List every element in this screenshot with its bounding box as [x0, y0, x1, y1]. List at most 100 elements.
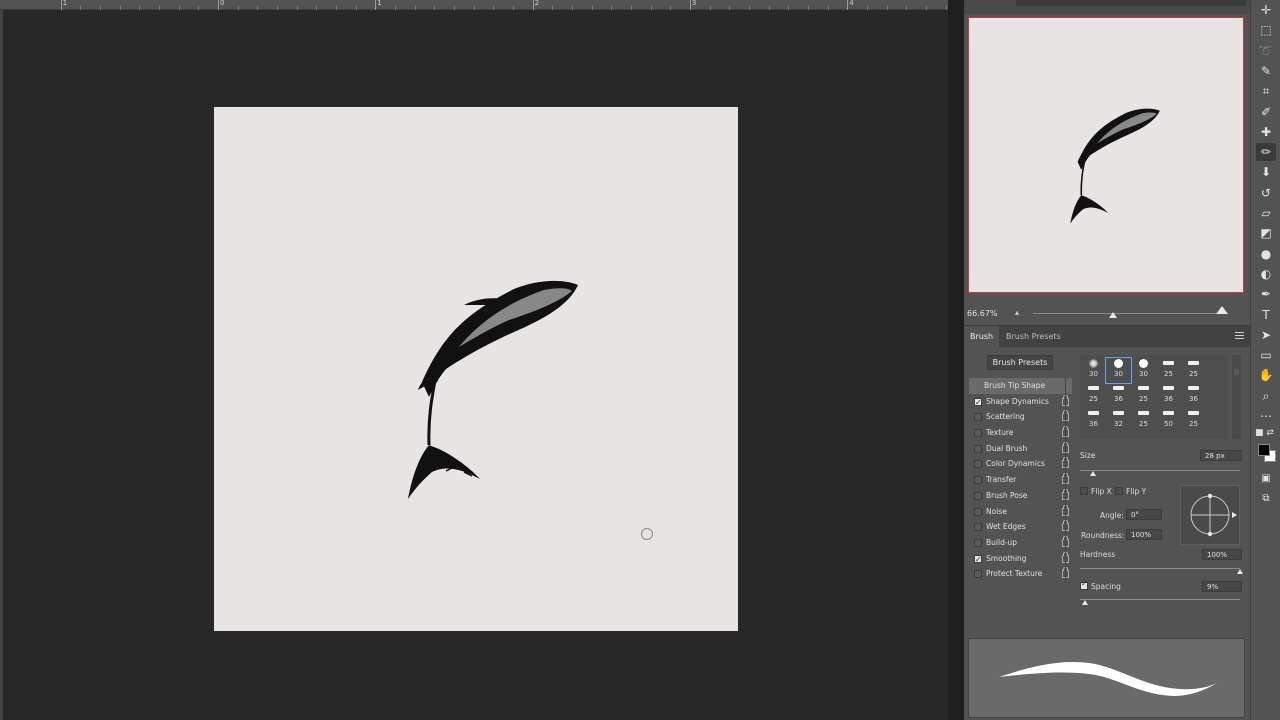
brush-tip-item[interactable]: 36 [1106, 383, 1131, 408]
angle-field[interactable]: 0° [1126, 509, 1162, 520]
pen-icon[interactable]: ✒ [1256, 285, 1276, 303]
lasso-icon[interactable]: ➰ [1256, 42, 1276, 60]
crop-icon[interactable]: ⌗ [1256, 82, 1276, 100]
marquee-icon[interactable]: ⬚ [1256, 21, 1276, 39]
hand-icon[interactable]: ✋ [1256, 366, 1276, 384]
spacing-field[interactable]: 9% [1202, 581, 1242, 592]
angle-roundness-widget[interactable] [1180, 485, 1240, 545]
move-icon[interactable]: ✛ [1256, 1, 1276, 19]
brush-option-scattering[interactable]: Scattering [969, 409, 1072, 425]
protect-texture-checkbox[interactable] [974, 570, 982, 579]
foreground-color-swatch[interactable] [1258, 444, 1270, 456]
panel-header[interactable] [964, 0, 1250, 14]
size-slider[interactable] [1080, 470, 1240, 471]
hardness-slider[interactable] [1080, 568, 1240, 569]
brush-tip-item[interactable]: 36 [1156, 383, 1181, 408]
brush-option-noise[interactable]: Noise [969, 504, 1072, 520]
tab-brush[interactable]: Brush [964, 326, 1000, 348]
brush-option-transfer[interactable]: Transfer [969, 472, 1072, 488]
brush-option-smoothing[interactable]: Smoothing [969, 551, 1072, 567]
ruler-minor-tick [768, 6, 770, 10]
options-scrollbar[interactable] [1065, 378, 1069, 583]
horizontal-ruler[interactable]: 1 0 1 2 3 4 [0, 0, 986, 10]
bucket-icon[interactable]: ◩ [1256, 224, 1276, 242]
brush-option-brush-pose[interactable]: Brush Pose [969, 488, 1072, 504]
dual-brush-checkbox[interactable] [974, 444, 982, 453]
brush-tip-item[interactable]: 30 [1131, 358, 1156, 383]
spacing-checkbox[interactable] [1080, 579, 1088, 590]
brush-tip-item[interactable]: 25 [1181, 408, 1206, 433]
eyedropper-icon[interactable]: ✐ [1256, 103, 1276, 121]
ruler-minor-tick [434, 6, 436, 10]
rectangle-icon[interactable]: ▭ [1256, 346, 1276, 364]
size-slider-thumb[interactable] [1089, 471, 1096, 476]
quick-mask-icon[interactable]: ▣ [1256, 470, 1276, 488]
brush-option-texture[interactable]: Texture [969, 425, 1072, 441]
more-icon[interactable]: ⋯ [1256, 407, 1276, 425]
brush-tip-item[interactable]: 36 [1081, 408, 1106, 433]
flip-x-checkbox[interactable] [1080, 487, 1088, 495]
swap-colors-icon[interactable]: ■ ⇄ [1255, 428, 1274, 438]
build-up-checkbox[interactable] [974, 538, 982, 547]
panel-divider[interactable] [948, 0, 964, 720]
noise-checkbox[interactable] [974, 507, 982, 516]
brush-tip-item[interactable]: 32 [1106, 408, 1131, 433]
path-select-icon[interactable]: ➤ [1256, 326, 1276, 344]
blur-icon[interactable]: ● [1256, 245, 1276, 263]
brush-presets-button[interactable]: Brush Presets [987, 355, 1053, 370]
brush-tip-item[interactable]: 25 [1081, 383, 1106, 408]
tips-scrollbar[interactable] [1232, 355, 1241, 439]
zoom-icon[interactable]: ⌕ [1256, 387, 1276, 405]
zoom-slider[interactable] [1033, 313, 1223, 314]
document-canvas[interactable] [214, 107, 738, 631]
color-dynamics-checkbox[interactable] [974, 460, 982, 469]
brush-tip-item[interactable]: 36 [1181, 383, 1206, 408]
brush-option-brush-tip-shape[interactable]: Brush Tip Shape [969, 378, 1072, 394]
eraser-icon[interactable]: ▱ [1256, 204, 1276, 222]
healing-icon[interactable]: ✚ [1256, 123, 1276, 141]
smoothing-checkbox[interactable] [974, 552, 982, 567]
type-icon[interactable]: T [1256, 306, 1276, 324]
brush-tip-item[interactable]: 25 [1131, 383, 1156, 408]
brush-option-build-up[interactable]: Build-up [969, 535, 1072, 551]
dodge-icon[interactable]: ◐ [1256, 265, 1276, 283]
zoom-in-icon[interactable] [1216, 306, 1228, 314]
brush-option-protect-texture[interactable]: Protect Texture [969, 566, 1072, 582]
brush-tip-size: 25 [1089, 395, 1098, 403]
texture-checkbox[interactable] [974, 429, 982, 438]
roundness-field[interactable]: 100% [1126, 529, 1162, 540]
zoom-out-icon[interactable]: ▴ [1015, 308, 1019, 317]
zoom-slider-thumb[interactable] [1109, 312, 1117, 318]
scattering-checkbox[interactable] [974, 413, 982, 422]
brush-tip-item[interactable]: 25 [1131, 408, 1156, 433]
navigator-preview[interactable] [968, 17, 1244, 293]
brush-tip-item[interactable]: 30 [1081, 358, 1106, 383]
screen-mode-icon[interactable]: ⧉ [1256, 490, 1276, 508]
brush-tip-item[interactable]: 30 [1105, 357, 1132, 384]
brush-tip-item[interactable]: 50 [1156, 408, 1181, 433]
brush-option-dual-brush[interactable]: Dual Brush [969, 441, 1072, 457]
brush-option-color-dynamics[interactable]: Color Dynamics [969, 456, 1072, 472]
tab-brush-presets[interactable]: Brush Presets [1000, 326, 1067, 348]
wet-edges-checkbox[interactable] [974, 523, 982, 532]
shape-dynamics-checkbox[interactable] [974, 395, 982, 410]
stamp-icon[interactable]: ⬇ [1256, 163, 1276, 181]
brush-tip-item[interactable]: 25 [1156, 358, 1181, 383]
flip-y-checkbox[interactable] [1115, 487, 1123, 495]
hardness-field[interactable]: 100% [1202, 549, 1242, 560]
vertical-ruler[interactable] [0, 10, 3, 720]
brush-icon[interactable]: ✏ [1256, 143, 1276, 162]
hardness-slider-thumb[interactable] [1237, 569, 1243, 574]
size-field[interactable]: 28 px [1200, 450, 1242, 461]
history-brush-icon[interactable]: ↺ [1256, 184, 1276, 202]
spacing-slider[interactable] [1080, 599, 1240, 600]
panel-menu-icon[interactable] [1235, 332, 1244, 341]
transfer-checkbox[interactable] [974, 476, 982, 485]
zoom-level[interactable]: 66.67% [967, 309, 998, 318]
brush-pose-checkbox[interactable] [974, 491, 982, 500]
quick-select-icon[interactable]: ✎ [1256, 62, 1276, 80]
brush-tip-item[interactable]: 25 [1181, 358, 1206, 383]
brush-option-shape-dynamics[interactable]: Shape Dynamics [969, 394, 1072, 410]
brush-option-wet-edges[interactable]: Wet Edges [969, 519, 1072, 535]
spacing-slider-thumb[interactable] [1081, 600, 1088, 605]
